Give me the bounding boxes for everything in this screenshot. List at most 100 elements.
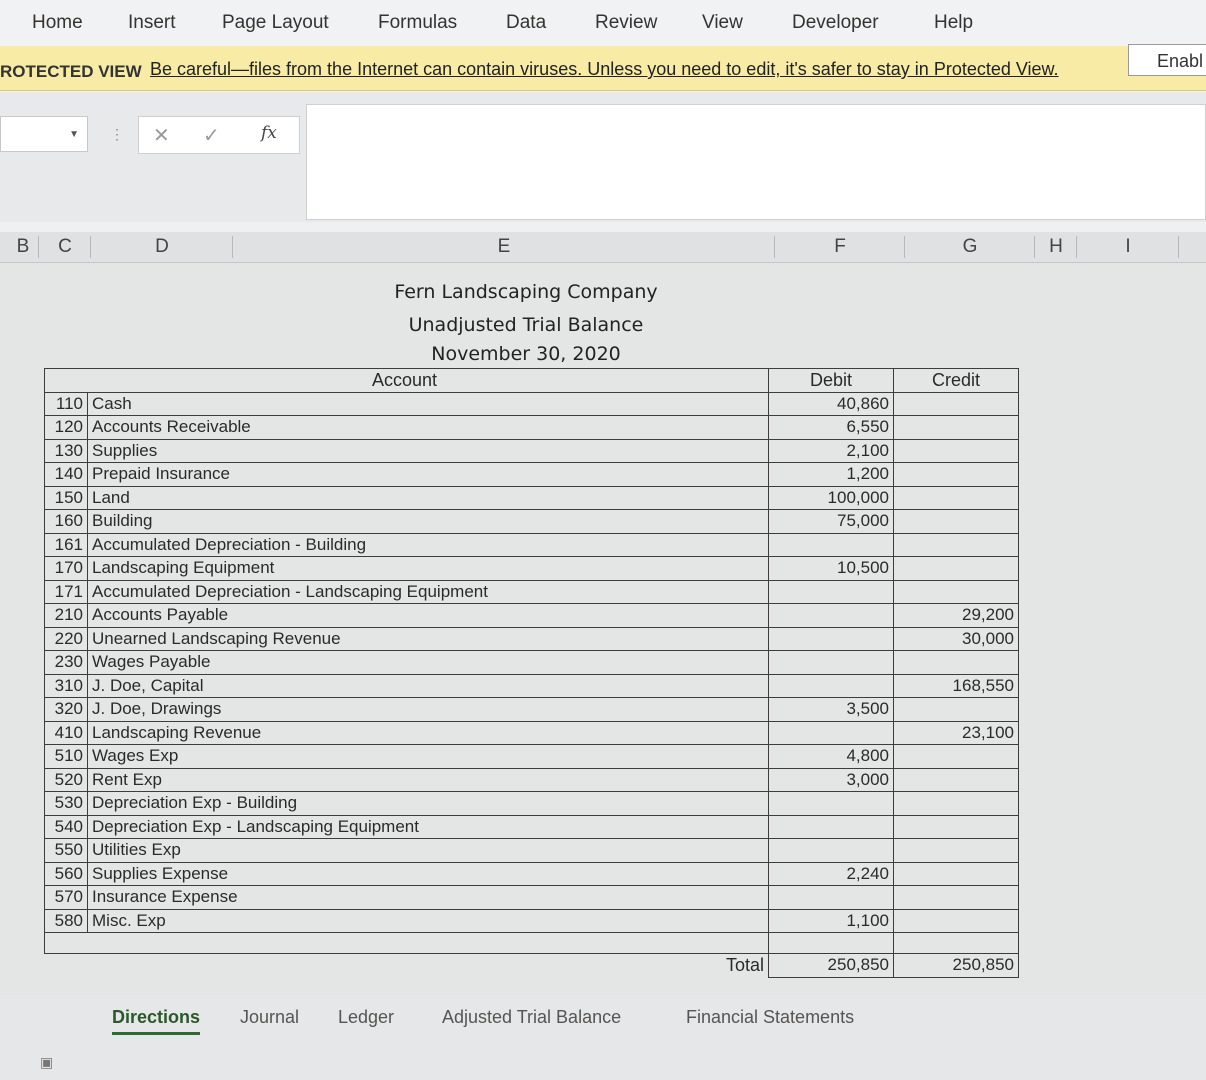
account-name[interactable]: Accounts Payable — [87, 603, 769, 628]
account-code[interactable]: 140 — [44, 462, 88, 487]
credit-cell[interactable] — [893, 509, 1019, 534]
account-code[interactable]: 161 — [44, 532, 88, 557]
account-name[interactable]: Accumulated Depreciation - Landscaping E… — [87, 579, 769, 604]
debit-cell[interactable]: 40,860 — [768, 391, 894, 416]
account-name[interactable]: Prepaid Insurance — [87, 462, 769, 487]
account-name[interactable]: Landscaping Revenue — [87, 720, 769, 745]
account-name[interactable]: Unearned Landscaping Revenue — [87, 626, 769, 651]
account-code[interactable]: 171 — [44, 579, 88, 604]
account-code[interactable]: 320 — [44, 697, 88, 722]
ribbon-tab-formulas[interactable]: Formulas — [378, 12, 457, 34]
credit-cell[interactable]: 29,200 — [893, 603, 1019, 628]
debit-cell[interactable]: 10,500 — [768, 556, 894, 581]
account-name[interactable]: Wages Exp — [87, 744, 769, 769]
debit-cell[interactable] — [768, 885, 894, 910]
header-account[interactable]: Account — [44, 368, 769, 393]
enable-editing-button[interactable]: Enabl — [1128, 44, 1206, 76]
debit-cell[interactable]: 3,000 — [768, 767, 894, 792]
debit-cell[interactable] — [768, 650, 894, 675]
formula-input[interactable] — [306, 104, 1206, 220]
debit-cell[interactable]: 1,200 — [768, 462, 894, 487]
credit-cell[interactable] — [893, 485, 1019, 510]
account-code[interactable]: 110 — [44, 391, 88, 416]
ribbon-tab-data[interactable]: Data — [506, 12, 546, 34]
account-code[interactable]: 580 — [44, 908, 88, 933]
account-code[interactable]: 540 — [44, 814, 88, 839]
account-name[interactable]: Land — [87, 485, 769, 510]
debit-cell[interactable] — [768, 814, 894, 839]
worksheet[interactable]: Fern Landscaping Company Unadjusted Tria… — [0, 263, 1206, 995]
account-code[interactable]: 230 — [44, 650, 88, 675]
blank-cell[interactable] — [44, 932, 769, 954]
sheet-tab-journal[interactable]: Journal — [240, 1007, 299, 1028]
credit-cell[interactable] — [893, 814, 1019, 839]
sheet-tab-directions[interactable]: Directions — [112, 1007, 201, 1035]
credit-cell[interactable] — [893, 391, 1019, 416]
chevron-down-icon[interactable]: ▼ — [69, 129, 79, 140]
debit-cell[interactable] — [768, 626, 894, 651]
credit-cell[interactable] — [893, 462, 1019, 487]
account-code[interactable]: 220 — [44, 626, 88, 651]
column-header-g[interactable]: G — [906, 236, 1035, 258]
account-name[interactable]: Utilities Exp — [87, 838, 769, 863]
credit-cell[interactable]: 30,000 — [893, 626, 1019, 651]
credit-cell[interactable] — [893, 744, 1019, 769]
column-header-f[interactable]: F — [776, 236, 905, 258]
macro-record-icon[interactable]: ▣ — [40, 1054, 53, 1071]
credit-cell[interactable] — [893, 697, 1019, 722]
account-code[interactable]: 150 — [44, 485, 88, 510]
insert-function-icon[interactable]: fx — [261, 123, 277, 143]
account-name[interactable]: Cash — [87, 391, 769, 416]
account-code[interactable]: 520 — [44, 767, 88, 792]
column-header-c[interactable]: C — [40, 236, 91, 258]
debit-cell[interactable] — [768, 532, 894, 557]
credit-cell[interactable] — [893, 579, 1019, 604]
blank-cell[interactable] — [768, 932, 894, 954]
account-name[interactable]: Depreciation Exp - Building — [87, 791, 769, 816]
account-code[interactable]: 410 — [44, 720, 88, 745]
column-header-i[interactable]: I — [1078, 236, 1179, 258]
credit-cell[interactable]: 23,100 — [893, 720, 1019, 745]
account-code[interactable]: 510 — [44, 744, 88, 769]
name-box[interactable]: ▼ — [0, 116, 88, 152]
enter-icon[interactable]: ✓ — [203, 123, 220, 148]
debit-cell[interactable]: 6,550 — [768, 415, 894, 440]
debit-cell[interactable] — [768, 603, 894, 628]
account-code[interactable]: 570 — [44, 885, 88, 910]
drag-handle-icon[interactable]: ⋮ — [110, 126, 124, 143]
ribbon-tab-insert[interactable]: Insert — [128, 12, 176, 34]
debit-cell[interactable] — [768, 838, 894, 863]
debit-cell[interactable]: 2,240 — [768, 861, 894, 886]
account-code[interactable]: 560 — [44, 861, 88, 886]
ribbon-tab-view[interactable]: View — [702, 12, 743, 34]
column-header-b[interactable]: B — [8, 236, 39, 258]
account-name[interactable]: J. Doe, Drawings — [87, 697, 769, 722]
account-code[interactable]: 310 — [44, 673, 88, 698]
account-name[interactable]: Landscaping Equipment — [87, 556, 769, 581]
ribbon-tab-review[interactable]: Review — [595, 12, 657, 34]
protected-view-message[interactable]: Be careful—files from the Internet can c… — [150, 59, 1059, 80]
account-name[interactable]: Accumulated Depreciation - Building — [87, 532, 769, 557]
credit-cell[interactable] — [893, 650, 1019, 675]
sheet-tab-financial-statements[interactable]: Financial Statements — [686, 1007, 854, 1028]
account-code[interactable]: 170 — [44, 556, 88, 581]
debit-cell[interactable]: 4,800 — [768, 744, 894, 769]
account-name[interactable]: Rent Exp — [87, 767, 769, 792]
header-credit[interactable]: Credit — [893, 368, 1019, 393]
account-code[interactable]: 160 — [44, 509, 88, 534]
column-header-h[interactable]: H — [1036, 236, 1077, 258]
credit-cell[interactable] — [893, 861, 1019, 886]
credit-cell[interactable] — [893, 838, 1019, 863]
debit-cell[interactable] — [768, 720, 894, 745]
account-name[interactable]: Wages Payable — [87, 650, 769, 675]
account-name[interactable]: Depreciation Exp - Landscaping Equipment — [87, 814, 769, 839]
debit-cell[interactable] — [768, 579, 894, 604]
total-credit[interactable]: 250,850 — [893, 953, 1019, 978]
credit-cell[interactable] — [893, 556, 1019, 581]
debit-cell[interactable]: 2,100 — [768, 438, 894, 463]
account-name[interactable]: J. Doe, Capital — [87, 673, 769, 698]
header-debit[interactable]: Debit — [768, 368, 894, 393]
account-code[interactable]: 120 — [44, 415, 88, 440]
cancel-icon[interactable]: ✕ — [153, 123, 170, 148]
credit-cell[interactable] — [893, 908, 1019, 933]
